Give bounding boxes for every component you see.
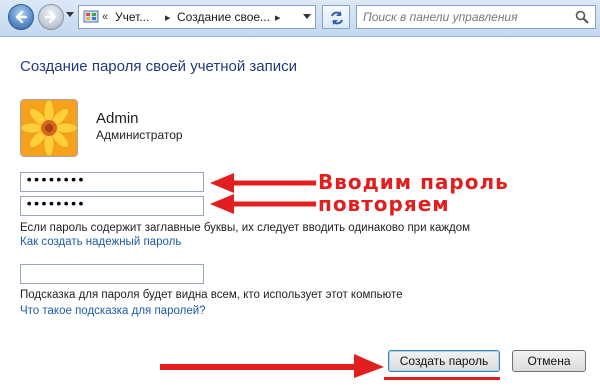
breadcrumb-separator[interactable]: ▸: [165, 11, 171, 24]
arrow-left-icon: [15, 10, 28, 24]
hint-visibility-note: Подсказка для пароля будет видна всем, к…: [20, 289, 403, 301]
user-role: Администратор: [96, 128, 183, 142]
back-button[interactable]: [8, 4, 34, 30]
annotation-arrow-icon: [210, 173, 316, 193]
annotation-repeat: повторяем: [318, 192, 450, 216]
history-dropdown-icon[interactable]: [66, 12, 74, 18]
annotation-arrow-icon: [160, 354, 384, 378]
search-icon[interactable]: [575, 10, 589, 24]
refresh-button[interactable]: [322, 5, 350, 29]
cancel-button[interactable]: Отмена: [512, 350, 586, 372]
forward-button[interactable]: [38, 4, 64, 30]
password-hint-help-link[interactable]: Что такое подсказка для паролей?: [20, 305, 206, 317]
case-sensitivity-note: Если пароль содержит заглавные буквы, их…: [20, 222, 471, 234]
user-avatar: [20, 99, 78, 157]
navigation-bar: « Учет... ▸ Создание свое... ▸ Поиск в п…: [0, 0, 600, 37]
flower-picture-icon: [21, 100, 77, 156]
address-dropdown-icon[interactable]: [303, 14, 311, 20]
create-password-button[interactable]: Создать пароль: [388, 350, 500, 372]
search-box[interactable]: Поиск в панели управления: [356, 5, 596, 29]
control-panel-icon: [83, 10, 99, 23]
annotation-arrow-icon: [210, 194, 316, 214]
user-name: Admin: [96, 110, 139, 127]
breadcrumb-separator[interactable]: ▸: [275, 11, 281, 24]
strong-password-link[interactable]: Как создать надежный пароль: [20, 236, 181, 248]
page-title: Создание пароля своей учетной записи: [20, 58, 298, 75]
search-placeholder[interactable]: Поиск в панели управления: [363, 10, 518, 24]
confirm-password-input[interactable]: ••••••••: [20, 196, 204, 216]
new-password-input[interactable]: ••••••••: [20, 172, 204, 192]
annotation-enter-password: Вводим пароль: [318, 170, 509, 194]
refresh-icon: [331, 11, 343, 25]
password-hint-input[interactable]: [20, 264, 204, 284]
breadcrumb-item[interactable]: Учет...: [115, 10, 149, 24]
address-bar[interactable]: « Учет... ▸ Создание свое... ▸: [78, 5, 316, 29]
breadcrumb-separator: «: [102, 11, 109, 23]
annotation-underline: [384, 377, 500, 380]
breadcrumb-item[interactable]: Создание свое...: [177, 10, 270, 24]
arrow-right-icon: [44, 10, 57, 24]
